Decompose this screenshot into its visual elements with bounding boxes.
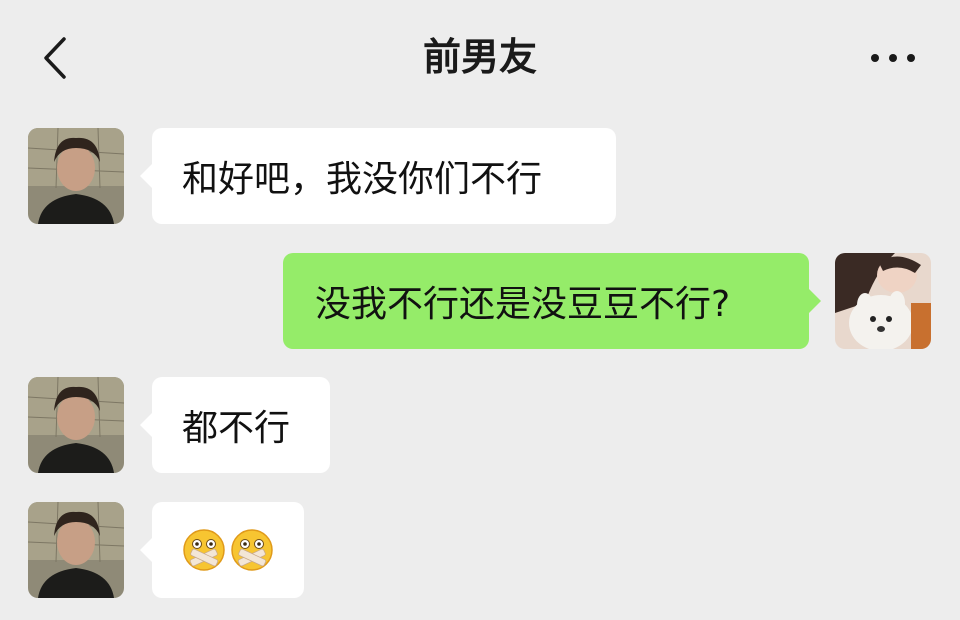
chevron-left-icon	[44, 37, 66, 79]
more-dots-icon	[871, 54, 915, 62]
contact-avatar-image	[28, 502, 124, 598]
message-bubble-incoming[interactable]: 和好吧，我没你们不行	[140, 128, 616, 224]
message-text: 都不行	[182, 408, 291, 449]
message-bubble-incoming[interactable]: 都不行	[140, 377, 330, 473]
contact-avatar[interactable]	[28, 377, 124, 473]
message-text: 和好吧，我没你们不行	[182, 159, 543, 200]
message-bubble-outgoing[interactable]: 没我不行还是没豆豆不行?	[283, 253, 821, 349]
emoji-row	[182, 528, 274, 572]
message-bubble-incoming[interactable]	[140, 502, 304, 598]
shush-face-emoji	[183, 529, 225, 571]
contact-avatar-image	[28, 128, 124, 224]
message-text: 没我不行还是没豆豆不行?	[315, 284, 731, 325]
chat-header: 前男友	[0, 0, 960, 110]
shush-face-emoji	[231, 529, 273, 571]
contact-avatar[interactable]	[28, 502, 124, 598]
more-options-button[interactable]	[858, 35, 928, 81]
back-button[interactable]	[30, 30, 80, 86]
my-avatar-image	[835, 253, 931, 349]
my-avatar[interactable]	[835, 253, 931, 349]
chat-title: 前男友	[422, 35, 537, 79]
contact-avatar-image	[28, 377, 124, 473]
contact-avatar[interactable]	[28, 128, 124, 224]
